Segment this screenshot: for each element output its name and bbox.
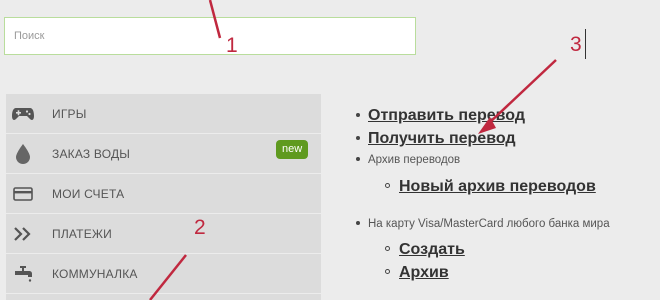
arrow-3 [487,59,557,125]
annotation-number-3: 3 [570,33,582,56]
annotation-number-1: 1 [226,34,238,57]
annotation-arrows [149,0,557,300]
text-cursor [585,29,586,59]
annotation-number-2: 2 [194,216,206,239]
arrow-1 [208,0,222,39]
arrow-2 [149,254,187,300]
